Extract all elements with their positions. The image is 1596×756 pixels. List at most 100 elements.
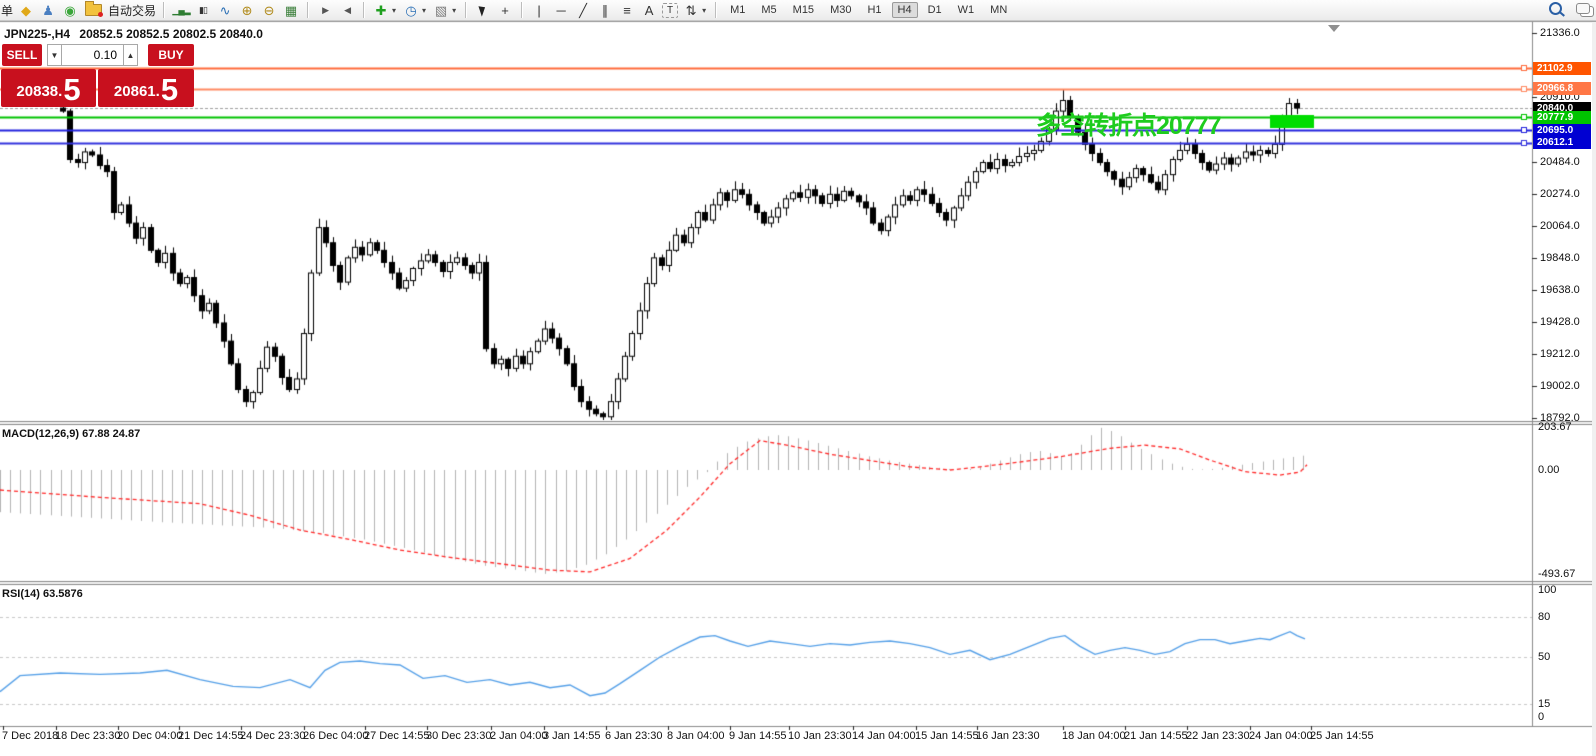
price-level-tag: 20777.9 <box>1533 110 1591 124</box>
toolbar-separator <box>363 2 366 18</box>
cursor-icon[interactable] <box>478 3 488 17</box>
scrollbar-strip[interactable] <box>1592 22 1596 756</box>
periods-icon[interactable]: ◷ <box>402 2 420 19</box>
time-axis-label: 26 Dec 04:00 <box>303 730 369 742</box>
timeframe-h1[interactable]: H1 <box>861 2 887 18</box>
autotrading-icon[interactable] <box>85 1 104 17</box>
volume-decrease-button[interactable]: ▼ <box>47 44 62 66</box>
macd-label: MACD(12,26,9) 67.88 24.87 <box>2 428 141 440</box>
metaeditor-icon[interactable]: ◆ <box>17 2 35 19</box>
timeframe-mn[interactable]: MN <box>984 2 1013 18</box>
chart-canvas[interactable] <box>0 0 1596 756</box>
new-order-clipped[interactable]: 单 <box>1 2 13 19</box>
annotation-text: 多空转折点20777 <box>1036 112 1222 140</box>
trendline-icon[interactable]: ╱ <box>574 2 592 19</box>
timeframe-w1[interactable]: W1 <box>952 2 981 18</box>
channel-icon[interactable]: ∥ <box>596 2 614 19</box>
volume-increase-button[interactable]: ▲ <box>123 44 138 66</box>
rsi-label: RSI(14) 63.5876 <box>2 588 83 600</box>
fibonacci-icon[interactable]: ≡ <box>618 2 636 19</box>
price-tick-label: 20064.0 <box>1540 219 1580 232</box>
templates-icon[interactable]: ▧ <box>432 2 450 19</box>
search-icon[interactable] <box>1549 2 1562 15</box>
rsi-axis-label: 50 <box>1538 651 1551 663</box>
price-tick-label: 19002.0 <box>1540 380 1580 393</box>
time-axis-label: 18 Dec 23:30 <box>55 730 121 742</box>
tile-windows-icon[interactable]: ▦ <box>282 2 300 19</box>
buy-button[interactable]: BUY <box>148 44 194 66</box>
auto-scroll-icon[interactable]: ▶ <box>316 2 334 19</box>
time-axis-label: 6 Jan 23:30 <box>605 730 663 742</box>
macd-axis-label: -493.67 <box>1538 567 1576 580</box>
timeframe-m30[interactable]: M30 <box>824 2 857 18</box>
ask-big-digit: 5 <box>160 72 179 107</box>
time-axis-label: 14 Jan 04:00 <box>852 730 916 742</box>
text-icon[interactable]: A <box>640 2 658 19</box>
timeframe-m5[interactable]: M5 <box>755 2 782 18</box>
bid-big-digit: 5 <box>63 72 81 107</box>
time-axis-label: 16 Jan 23:30 <box>976 730 1040 742</box>
signals-icon[interactable]: ◉ <box>61 2 79 19</box>
dropdown-caret-icon[interactable]: ▾ <box>422 6 426 15</box>
ask-quote[interactable]: 20861. 5 <box>98 69 194 107</box>
chat-icon[interactable] <box>1576 3 1590 14</box>
toolbar-separator <box>465 2 468 18</box>
toolbar-separator <box>307 2 310 18</box>
vertical-line-icon[interactable]: | <box>530 2 548 19</box>
chart-title-ohlc: 20852.5 20852.5 20802.5 20840.0 <box>79 27 263 41</box>
line-chart-icon[interactable]: ∿ <box>216 2 234 19</box>
time-axis-label: 24 Dec 23:30 <box>240 730 306 742</box>
timeframe-h4[interactable]: H4 <box>891 2 918 18</box>
rsi-axis-label: 15 <box>1538 697 1551 710</box>
price-tick-label: 19638.0 <box>1540 283 1580 296</box>
sell-button[interactable]: SELL <box>2 44 42 66</box>
timeframe-m1[interactable]: M1 <box>724 2 751 18</box>
time-axis-label: 30 Dec 23:30 <box>426 730 492 742</box>
toolbar-separator <box>521 2 524 18</box>
price-tick-label: 20484.0 <box>1540 155 1580 168</box>
macd-axis-label: 203.67 <box>1538 421 1572 434</box>
volume-input[interactable] <box>62 44 123 66</box>
chart-title: JPN225-,H4 20852.5 20852.5 20802.5 20840… <box>4 27 263 41</box>
time-axis-label: 15 Jan 14:55 <box>915 730 979 742</box>
profile-icon[interactable]: ♟ <box>39 2 57 19</box>
ask-int: 20861 <box>113 83 156 100</box>
timeframe-m15[interactable]: M15 <box>787 2 820 18</box>
chart-title-symbol: JPN225-,H4 <box>4 27 71 41</box>
toolbar: 单 ◆ ♟ ◉ 自动交易 ▁▄▂ ▮▯ ∿ ⊕ ⊖ ▦ ▶ ◀ ✚ ▾ ◷ ▾ ▧ ▾ + | ─ ╱ ∥ ≡ A T ⇅ ▾ M1 M5 M… <box>0 0 1596 21</box>
bid-int: 20838 <box>16 83 59 100</box>
macd-axis-label: 0.00 <box>1538 464 1560 476</box>
indicators-icon[interactable]: ✚ <box>372 2 390 19</box>
bid-quote[interactable]: 20838. 5 <box>1 69 96 107</box>
toolbar-right <box>1549 2 1590 15</box>
dropdown-caret-icon[interactable]: ▾ <box>452 6 456 15</box>
dropdown-caret-icon[interactable]: ▾ <box>702 6 706 15</box>
chart-shift-icon[interactable]: ◀ <box>338 2 356 19</box>
price-tick-label: 21336.0 <box>1540 27 1580 39</box>
time-axis-label: 10 Jan 23:30 <box>788 730 852 742</box>
zoom-out-icon[interactable]: ⊖ <box>260 2 278 19</box>
label-icon[interactable]: T <box>662 2 679 18</box>
time-axis-label: 18 Jan 04:00 <box>1062 730 1126 742</box>
time-axis-label: 2 Jan 04:00 <box>490 730 548 742</box>
time-axis-label: 22 Jan 23:30 <box>1186 730 1250 742</box>
timeframe-d1[interactable]: D1 <box>922 2 948 18</box>
time-axis-label: 21 Dec 14:55 <box>178 730 244 742</box>
zoom-in-icon[interactable]: ⊕ <box>238 2 256 19</box>
horizontal-line-icon[interactable]: ─ <box>552 2 570 19</box>
crosshair-icon[interactable]: + <box>496 2 514 19</box>
mt4-window: 单 ◆ ♟ ◉ 自动交易 ▁▄▂ ▮▯ ∿ ⊕ ⊖ ▦ ▶ ◀ ✚ ▾ ◷ ▾ ▧ ▾ + | ─ ╱ ∥ ≡ A T ⇅ ▾ M1 M5 M… <box>0 0 1596 756</box>
toolbar-separator <box>715 2 718 18</box>
bar-chart-icon[interactable]: ▁▄▂ <box>172 2 190 19</box>
price-level-tag: 20966.8 <box>1533 82 1591 96</box>
rsi-axis-label: 100 <box>1538 584 1557 597</box>
price-tick-label: 19848.0 <box>1540 252 1580 265</box>
time-axis-label: 9 Jan 14:55 <box>729 730 787 742</box>
candlestick-chart-icon[interactable]: ▮▯ <box>194 2 212 19</box>
price-tick-label: 19212.0 <box>1540 348 1580 361</box>
arrows-icon[interactable]: ⇅ <box>682 2 700 19</box>
toolbar-separator <box>163 2 166 18</box>
dropdown-caret-icon[interactable]: ▾ <box>392 6 396 15</box>
price-level-tag: 21102.9 <box>1533 61 1591 75</box>
time-axis-label: 24 Jan 04:00 <box>1249 730 1313 742</box>
